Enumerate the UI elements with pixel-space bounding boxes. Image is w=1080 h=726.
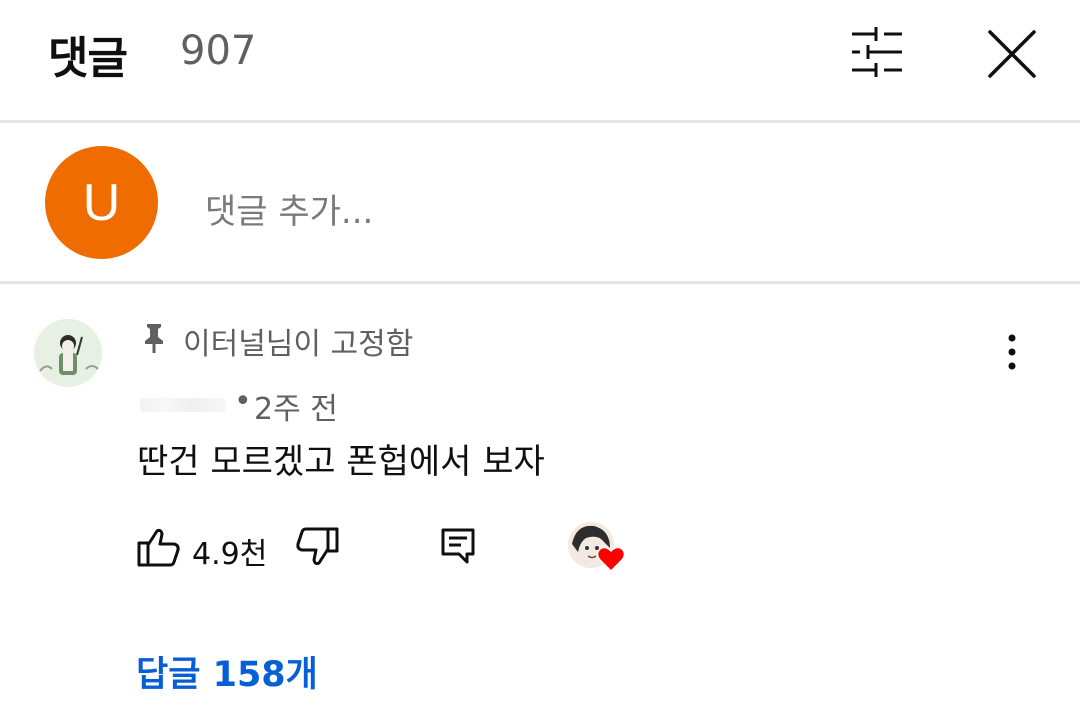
sliders-icon (852, 27, 902, 77)
more-vert-icon (1008, 334, 1016, 370)
thumb-up-icon (137, 528, 180, 567)
comment-time: 2주 전 (254, 392, 338, 427)
heart-icon (596, 546, 626, 573)
like-count: 4.9천 (192, 537, 268, 572)
comments-count: 907 (180, 28, 257, 74)
author-avatar-image (34, 319, 102, 387)
reply-button[interactable] (438, 526, 478, 566)
comment-more-button[interactable] (996, 332, 1028, 374)
comment-author-avatar[interactable] (34, 319, 102, 387)
pinned-by-label: 이터널님이 고정함 (183, 327, 414, 362)
like-button[interactable] (136, 526, 182, 568)
user-avatar[interactable]: U (45, 146, 158, 259)
comments-panel: 댓글 907 U 댓글 추가... 이터널님이 고정함 • 2주 전 딴건 모르… (0, 0, 1080, 726)
comments-title: 댓글 (48, 33, 128, 84)
header-divider (0, 120, 1080, 123)
thumb-down-icon (296, 527, 339, 566)
comments-header: 댓글 907 (0, 0, 1080, 120)
add-comment-input[interactable]: 댓글 추가... (205, 184, 373, 233)
pin-icon (142, 322, 166, 354)
replies-button[interactable]: 답글 158개 (136, 646, 318, 697)
creator-heart-badge (568, 522, 628, 576)
author-name-redacted (140, 398, 226, 412)
sort-filter-button[interactable] (846, 24, 908, 80)
meta-separator: • (234, 384, 252, 419)
comment-icon (441, 528, 475, 564)
add-comment-divider (0, 281, 1080, 284)
close-icon (988, 30, 1036, 78)
comment-text: 딴건 모르겠고 폰헙에서 보자 (137, 442, 545, 482)
dislike-button[interactable] (294, 526, 340, 568)
close-button[interactable] (982, 24, 1042, 84)
